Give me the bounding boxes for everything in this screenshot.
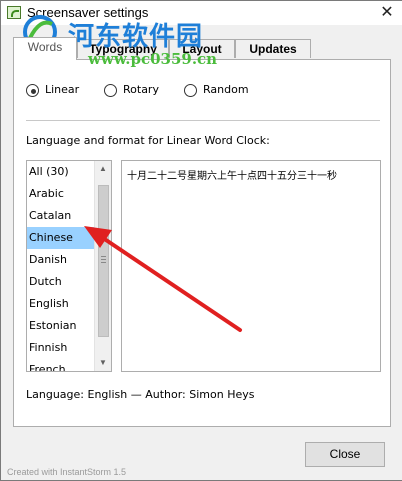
radio-random-label: Random — [203, 83, 249, 96]
language-item-arabic[interactable]: Arabic — [27, 183, 97, 205]
thumb-grip — [101, 262, 106, 263]
language-item-english[interactable]: English — [27, 293, 97, 315]
radio-linear-circle — [26, 84, 39, 97]
radio-selected-dot — [31, 89, 36, 94]
tab-words[interactable]: Words — [13, 37, 77, 60]
format-preview-text: 十月二十二号星期六上午十点四十五分三十一秒 — [127, 171, 337, 182]
language-listbox[interactable]: All (30) Arabic Catalan Chinese Danish D… — [26, 160, 112, 372]
radio-random-circle — [184, 84, 197, 97]
watermark-site-name: 河东软件园 — [68, 22, 204, 52]
divider — [26, 120, 380, 121]
language-item-estonian[interactable]: Estonian — [27, 315, 97, 337]
language-author-info: Language: English — Author: Simon Heys — [26, 388, 255, 401]
radio-rotary-circle — [104, 84, 117, 97]
language-item-all[interactable]: All (30) — [27, 161, 97, 183]
language-item-danish[interactable]: Danish — [27, 249, 97, 271]
words-panel: Linear Rotary Random Language and format… — [13, 59, 391, 427]
format-preview-box: 十月二十二号星期六上午十点四十五分三十一秒 — [121, 160, 381, 372]
watermark-url: www.pc0359.cn — [88, 50, 218, 68]
radio-rotary-label: Rotary — [123, 83, 159, 96]
language-item-finnish[interactable]: Finnish — [27, 337, 97, 359]
format-section-label: Language and format for Linear Word Cloc… — [26, 134, 270, 147]
scroll-up-icon[interactable]: ▲ — [95, 161, 111, 177]
language-item-chinese[interactable]: Chinese — [27, 227, 97, 249]
language-item-catalan[interactable]: Catalan — [27, 205, 97, 227]
window-close-icon[interactable]: ✕ — [373, 2, 401, 24]
scroll-down-icon[interactable]: ▼ — [95, 355, 111, 371]
thumb-grip — [101, 259, 106, 260]
close-button[interactable]: Close — [305, 442, 385, 467]
language-item-dutch[interactable]: Dutch — [27, 271, 97, 293]
app-icon — [7, 6, 21, 19]
language-scrollbar[interactable]: ▲ ▼ — [94, 161, 111, 371]
scroll-thumb[interactable] — [98, 185, 109, 337]
language-item-french[interactable]: French — [27, 359, 97, 371]
tab-updates[interactable]: Updates — [235, 39, 311, 58]
thumb-grip — [101, 256, 106, 257]
credit-text: Created with InstantStorm 1.5 — [7, 467, 127, 477]
radio-linear-label: Linear — [45, 83, 80, 96]
